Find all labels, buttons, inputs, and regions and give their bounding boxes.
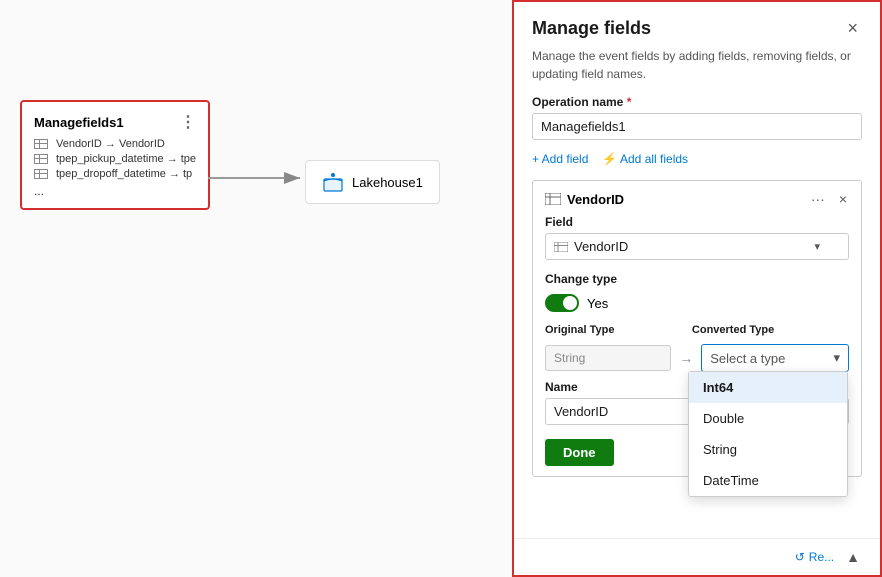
dropdown-item-datetime[interactable]: DateTime <box>689 465 847 496</box>
original-type-field: String <box>545 345 671 371</box>
arrow-right-icon: → <box>679 350 693 366</box>
field-section-header: VendorID ··· × <box>545 191 849 207</box>
lakehouse-title: Lakehouse1 <box>352 175 423 190</box>
field-toolbar: + Add field ⚡ Add all fields <box>532 152 862 166</box>
field-section-actions: ··· × <box>809 191 849 207</box>
field-ellipsis-button[interactable]: ··· <box>809 191 827 207</box>
scroll-up-button[interactable]: ▲ <box>844 549 862 565</box>
type-labels-row: Original Type Converted Type <box>545 324 849 336</box>
node-row: tpep_dropoff_datetime → tp <box>34 168 196 180</box>
canvas-area: Managefields1 ⋮ VendorID → VendorID tpep… <box>0 0 512 577</box>
original-type-label: Original Type <box>545 324 676 336</box>
dropdown-item-int64[interactable]: Int64 <box>689 372 847 403</box>
node-row: tpep_pickup_datetime → tpe <box>34 153 196 165</box>
converted-type-select[interactable]: Select a type ▾ Int64 Double String Date… <box>701 344 849 372</box>
panel-title: Manage fields <box>532 18 651 39</box>
converted-type-label: Converted Type <box>692 324 849 336</box>
change-type-toggle[interactable] <box>545 294 579 312</box>
refresh-button[interactable]: ↺ Re... <box>795 550 834 564</box>
node-row: VendorID → VendorID <box>34 138 196 150</box>
field-select-value: VendorID <box>574 239 628 254</box>
footer-re-label: Re... <box>809 550 834 564</box>
vendorid-field-section: VendorID ··· × Field <box>532 180 862 477</box>
lakehouse-node: Lakehouse1 <box>305 160 440 204</box>
node-header: Managefields1 ⋮ <box>34 112 196 132</box>
type-row: String → Select a type ▾ Int64 Double St… <box>545 344 849 372</box>
done-button[interactable]: Done <box>545 439 614 466</box>
table-icon <box>545 193 561 205</box>
type-dropdown-list: Int64 Double String DateTime <box>688 371 848 497</box>
node-menu-button[interactable]: ⋮ <box>180 112 196 132</box>
vendorid-title: VendorID <box>567 192 624 207</box>
change-type-toggle-row: Yes <box>545 294 849 312</box>
dropdown-item-double[interactable]: Double <box>689 403 847 434</box>
chevron-down-icon: ▾ <box>814 240 820 253</box>
operation-name-label: Operation name * <box>532 95 862 109</box>
panel-footer: ↺ Re... ▲ <box>514 538 880 575</box>
panel-body: Operation name * + Add field ⚡ Add all f… <box>514 95 880 538</box>
field-select[interactable]: VendorID ▾ <box>545 233 849 260</box>
panel-subtitle: Manage the event fields by adding fields… <box>514 47 880 95</box>
dropdown-item-string[interactable]: String <box>689 434 847 465</box>
managefields-node: Managefields1 ⋮ VendorID → VendorID tpep… <box>20 100 210 210</box>
manage-fields-panel: Manage fields × Manage the event fields … <box>512 0 882 577</box>
operation-name-group: Operation name * <box>532 95 862 140</box>
field-select-icon <box>554 242 568 252</box>
add-all-fields-button[interactable]: ⚡ Add all fields <box>602 152 688 166</box>
node-more: ... <box>34 184 196 198</box>
change-type-group: Change type Yes <box>545 272 849 312</box>
field-section-title: VendorID <box>545 192 624 207</box>
toggle-thumb <box>563 296 577 310</box>
operation-name-input[interactable] <box>532 113 862 140</box>
field-close-button[interactable]: × <box>837 191 849 207</box>
lakehouse-icon <box>322 171 344 193</box>
toggle-label: Yes <box>587 296 608 311</box>
field-label: Field <box>545 215 849 229</box>
change-type-label: Change type <box>545 272 849 286</box>
panel-header: Manage fields × <box>514 2 880 47</box>
chevron-down-icon: ▾ <box>833 350 840 366</box>
add-field-button[interactable]: + Add field <box>532 152 588 166</box>
field-group: Field VendorID ▾ <box>545 215 849 260</box>
converted-type-placeholder: Select a type <box>710 351 785 366</box>
refresh-icon: ↺ <box>795 550 805 564</box>
node-title: Managefields1 <box>34 115 124 130</box>
panel-close-button[interactable]: × <box>843 18 862 39</box>
